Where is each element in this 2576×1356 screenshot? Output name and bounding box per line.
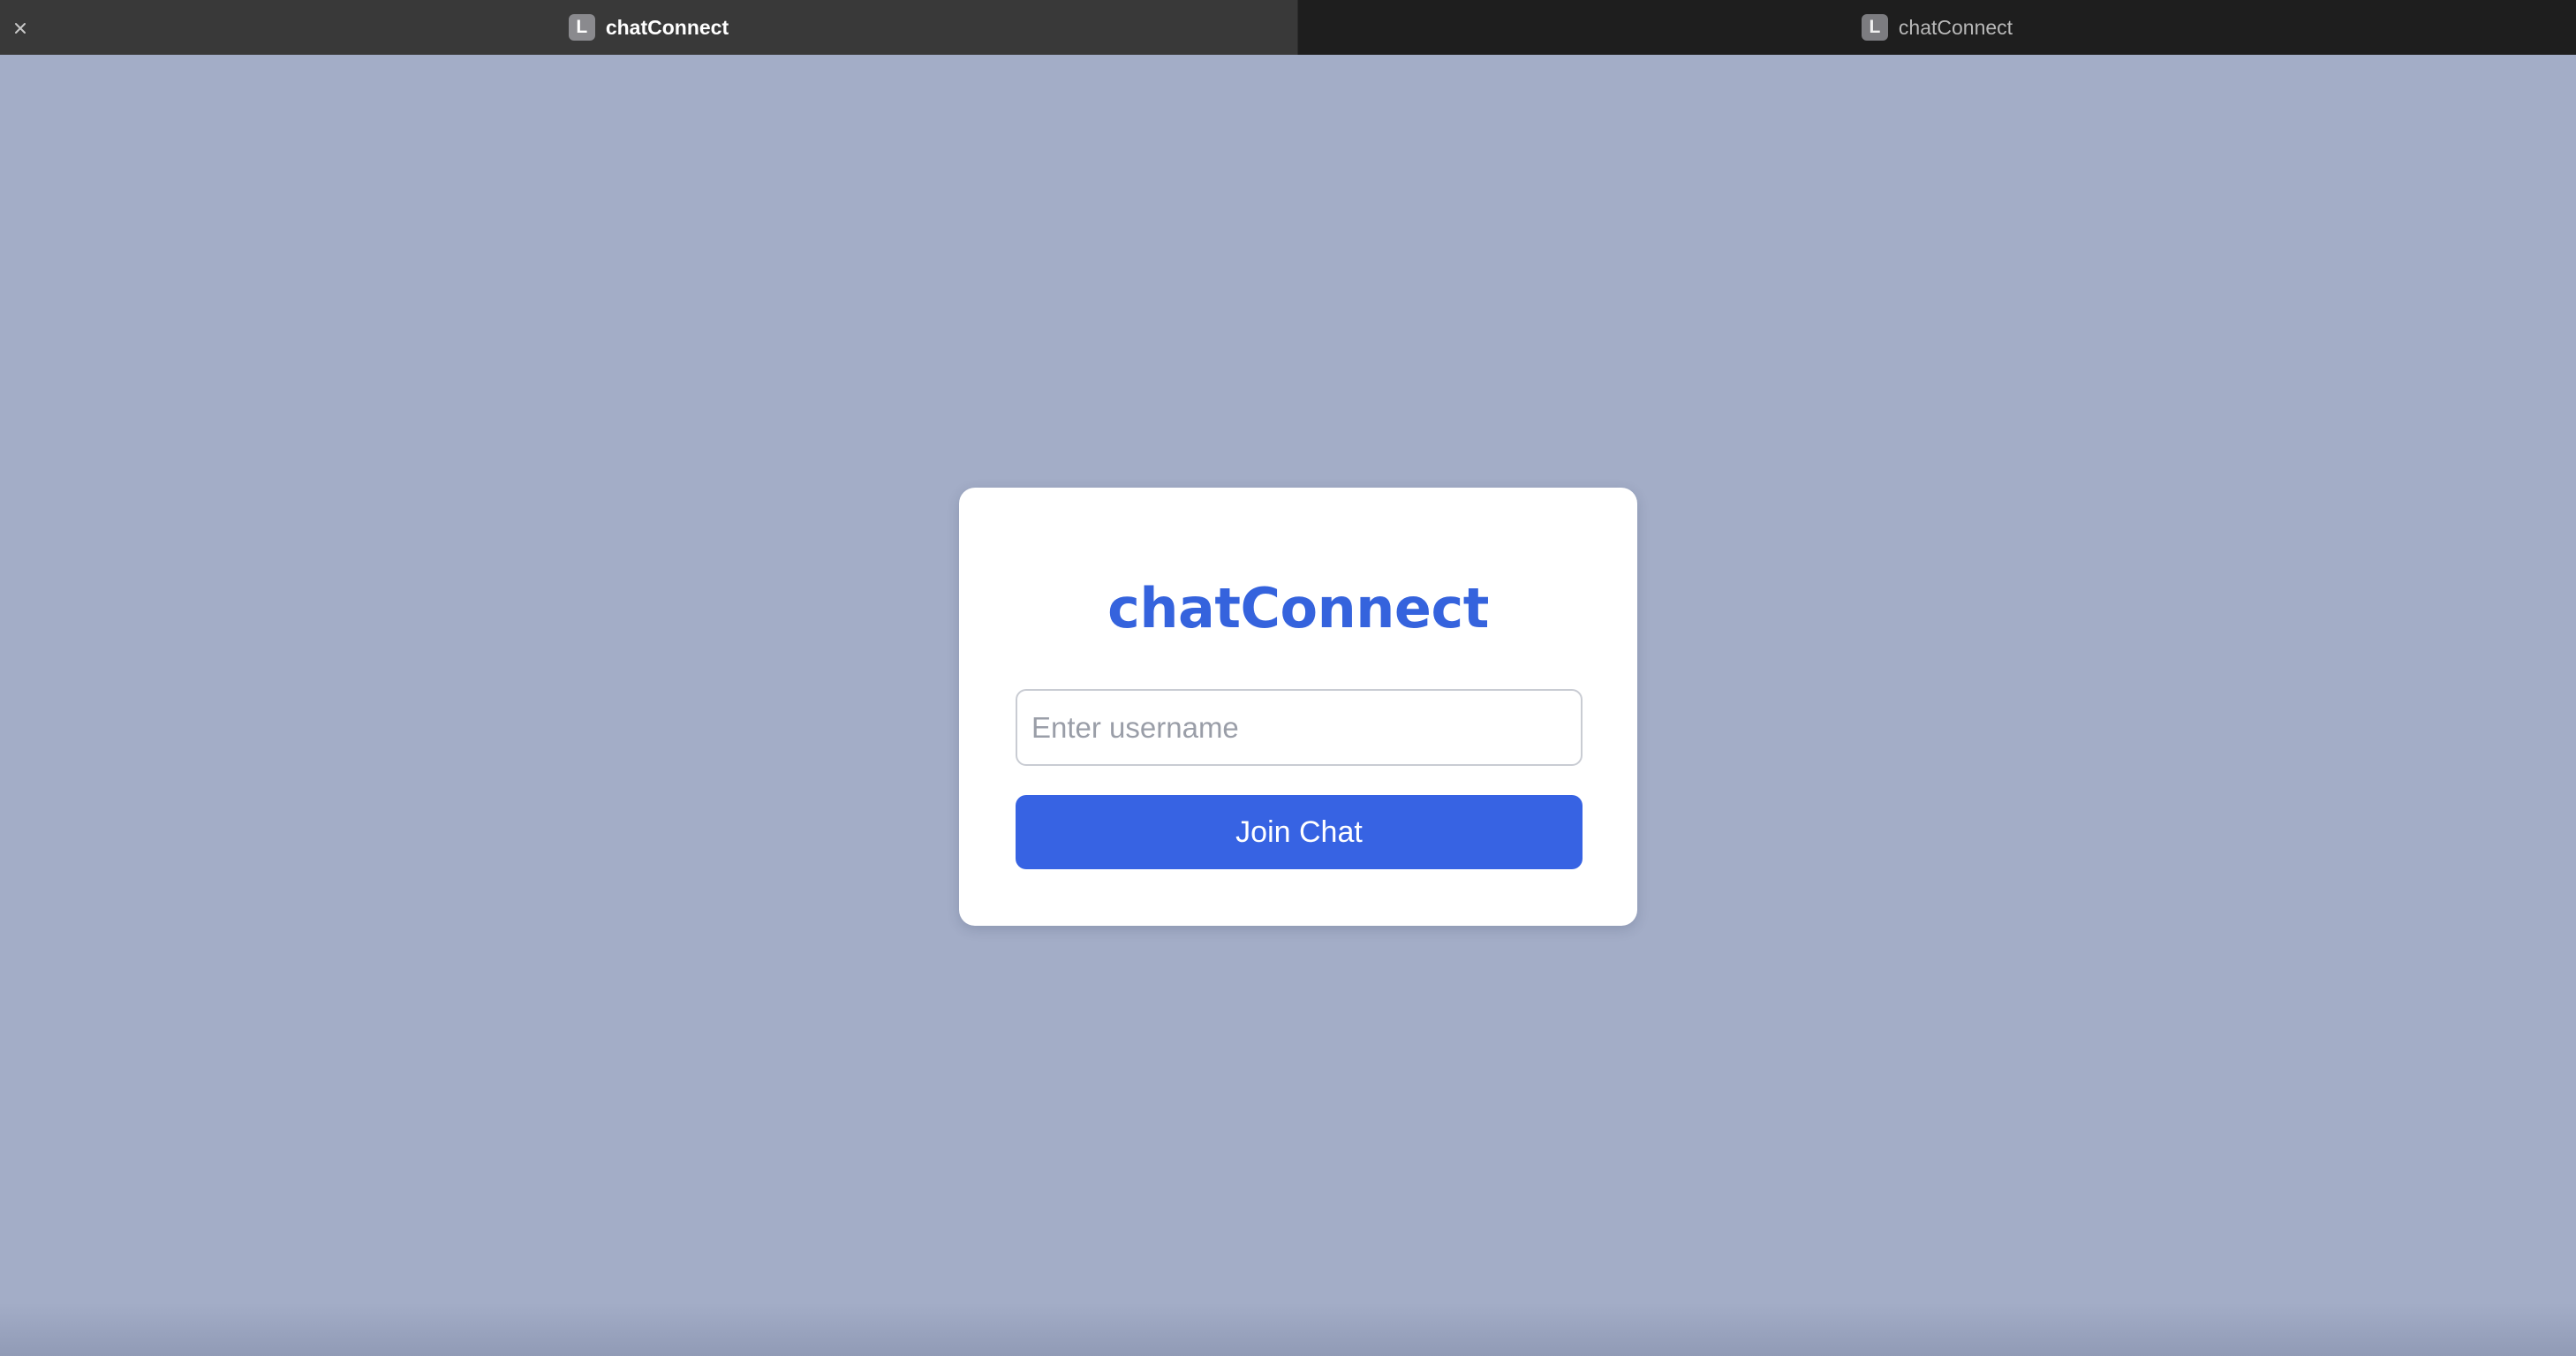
- login-card: chatConnect Join Chat: [959, 488, 1637, 926]
- tab-chatconnect-1[interactable]: L chatConnect: [0, 0, 1297, 55]
- username-input[interactable]: [1016, 689, 1583, 766]
- page-content: chatConnect Join Chat: [0, 55, 2576, 1356]
- tab-favicon: L: [1861, 14, 1888, 41]
- close-icon[interactable]: [11, 19, 29, 37]
- app-title: chatConnect: [1107, 576, 1489, 640]
- tab-bar: L chatConnect L chatConnect: [0, 0, 2576, 55]
- tab-label: chatConnect: [605, 15, 729, 39]
- tab-favicon: L: [568, 14, 595, 41]
- tab-label: chatConnect: [1898, 15, 2013, 39]
- join-chat-button[interactable]: Join Chat: [1016, 795, 1583, 869]
- tab-chatconnect-2[interactable]: L chatConnect: [1297, 0, 2576, 55]
